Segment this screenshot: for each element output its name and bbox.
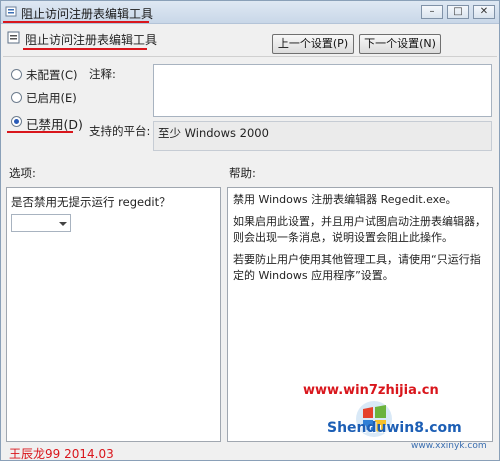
header-divider <box>3 56 497 57</box>
maximize-button[interactable]: □ <box>447 5 469 19</box>
help-label: 帮助: <box>229 166 256 180</box>
window-title: 阻止访问注册表编辑工具 <box>21 7 154 21</box>
author-signature: 王辰龙99 2014.03 <box>9 447 114 461</box>
radio-enabled[interactable] <box>11 92 22 103</box>
disabled-annotation-underline <box>7 131 73 133</box>
title-annotation-underline <box>3 21 149 23</box>
policy-icon <box>5 6 17 17</box>
comment-label: 注释: <box>89 67 116 81</box>
policy-window: 阻止访问注册表编辑工具 – □ ✕ 阻止访问注册表编辑工具 上一个设置(P) 下… <box>0 0 500 461</box>
radio-label-enabled: 已启用(E) <box>26 91 77 105</box>
close-button[interactable]: ✕ <box>473 5 495 19</box>
watermark-brand: Shenduwin8.com <box>327 420 462 436</box>
help-paragraph: 若要防止用户使用其他管理工具，请使用“只运行指定的 Windows 应用程序”设… <box>233 253 481 282</box>
setting-name: 阻止访问注册表编辑工具 <box>25 33 158 47</box>
options-pane: 是否禁用无提示运行 regedit？ <box>6 187 221 442</box>
options-combobox[interactable] <box>11 214 71 232</box>
options-label: 选项: <box>9 166 36 180</box>
supported-label: 支持的平台: <box>89 124 151 138</box>
supported-platform-value: 至少 Windows 2000 <box>158 126 269 140</box>
help-paragraph: 如果启用此设置，并且用户试图启动注册表编辑器，则会出现一条消息，说明设置会阻止此… <box>233 215 486 244</box>
setting-icon <box>7 31 20 44</box>
setting-annotation-underline <box>23 48 147 50</box>
radio-disabled[interactable] <box>11 116 22 127</box>
comment-textbox[interactable] <box>153 64 492 117</box>
minimize-button[interactable]: – <box>421 5 443 19</box>
options-question: 是否禁用无提示运行 regedit？ <box>11 195 171 209</box>
chevron-down-icon <box>59 222 67 226</box>
watermark-url: www.win7zhijia.cn <box>303 383 439 398</box>
next-setting-button[interactable]: 下一个设置(N) <box>359 34 441 54</box>
help-paragraph: 禁用 Windows 注册表编辑器 Regedit.exe。 <box>233 193 457 206</box>
radio-not-configured[interactable] <box>11 69 22 80</box>
supported-platform-box: 至少 Windows 2000 <box>153 121 492 151</box>
watermark-url-2: www.xxinyk.com <box>411 441 487 451</box>
radio-label-not-configured: 未配置(C) <box>26 68 78 82</box>
previous-setting-button[interactable]: 上一个设置(P) <box>272 34 354 54</box>
